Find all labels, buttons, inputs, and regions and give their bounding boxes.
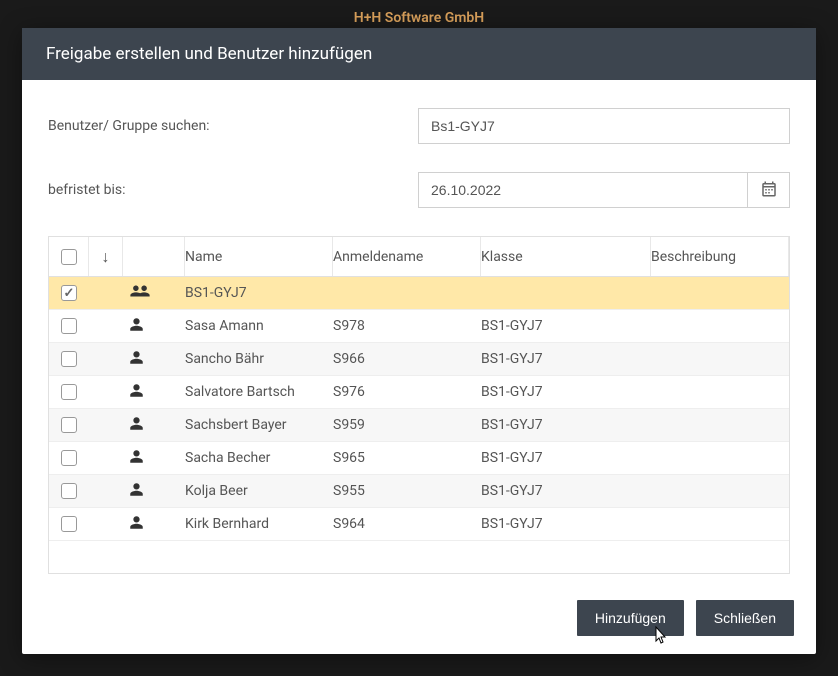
search-row: Benutzer/ Gruppe suchen: (48, 108, 790, 144)
row-login: S976 (333, 384, 481, 400)
group-icon (129, 283, 151, 303)
row-class: BS1-GYJ7 (481, 384, 651, 400)
table-row[interactable]: Salvatore BartschS976BS1-GYJ7 (49, 376, 789, 409)
row-name: Sancho Bähr (185, 351, 333, 367)
table-body[interactable]: BS1-GYJ7Sasa AmannS978BS1-GYJ7Sancho Bäh… (49, 277, 789, 573)
row-login: S959 (333, 417, 481, 433)
row-checkbox[interactable] (61, 384, 77, 400)
calendar-button[interactable] (748, 172, 790, 208)
select-all-checkbox[interactable] (61, 249, 77, 265)
date-input[interactable] (418, 172, 748, 208)
row-name: BS1-GYJ7 (185, 285, 333, 301)
date-label: befristet bis: (48, 182, 418, 198)
row-name: Sasa Amann (185, 318, 333, 334)
row-class: BS1-GYJ7 (481, 450, 651, 466)
row-class: BS1-GYJ7 (481, 516, 651, 532)
row-class: BS1-GYJ7 (481, 318, 651, 334)
modal-footer: Hinzufügen Schließen (22, 584, 816, 654)
row-login: S965 (333, 450, 481, 466)
row-class: BS1-GYJ7 (481, 483, 651, 499)
table-row[interactable]: Sachsbert BayerS959BS1-GYJ7 (49, 409, 789, 442)
row-checkbox[interactable] (61, 417, 77, 433)
modal-title: Freigabe erstellen und Benutzer hinzufüg… (22, 28, 816, 80)
user-icon (129, 383, 144, 402)
login-column-header[interactable]: Anmeldename (333, 237, 481, 276)
row-checkbox[interactable] (61, 450, 77, 466)
table-header-row: ↓ Name Anmeldename Klasse Beschreibung (49, 237, 789, 277)
name-column-header[interactable]: Name (185, 237, 333, 276)
table-row[interactable]: Sancho BährS966BS1-GYJ7 (49, 343, 789, 376)
row-checkbox[interactable] (61, 516, 77, 532)
arrow-down-icon: ↓ (102, 247, 110, 267)
row-name: Kirk Bernhard (185, 516, 333, 532)
date-row: befristet bis: (48, 172, 790, 208)
row-checkbox[interactable] (61, 285, 77, 301)
row-login: S966 (333, 351, 481, 367)
table-row[interactable]: Kolja BeerS955BS1-GYJ7 (49, 475, 789, 508)
calendar-icon (760, 180, 778, 201)
user-icon (129, 515, 144, 534)
table-row[interactable]: Kirk BernhardS964BS1-GYJ7 (49, 508, 789, 541)
class-column-header[interactable]: Klasse (481, 237, 651, 276)
row-login: S964 (333, 516, 481, 532)
row-login: S955 (333, 483, 481, 499)
add-button[interactable]: Hinzufügen (577, 600, 684, 636)
user-icon (129, 482, 144, 501)
row-class: BS1-GYJ7 (481, 417, 651, 433)
modal-body: Benutzer/ Gruppe suchen: befristet bis: (22, 80, 816, 584)
close-button[interactable]: Schließen (696, 600, 794, 636)
row-class: BS1-GYJ7 (481, 351, 651, 367)
user-icon (129, 416, 144, 435)
row-checkbox[interactable] (61, 351, 77, 367)
table-row[interactable]: Sacha BecherS965BS1-GYJ7 (49, 442, 789, 475)
desc-column-header[interactable]: Beschreibung (651, 237, 789, 276)
type-column-header[interactable] (123, 237, 185, 276)
search-label: Benutzer/ Gruppe suchen: (48, 118, 418, 134)
row-login: S978 (333, 318, 481, 334)
row-name: Salvatore Bartsch (185, 384, 333, 400)
user-icon (129, 350, 144, 369)
sort-column-header[interactable]: ↓ (89, 237, 123, 276)
table-row[interactable]: Sasa AmannS978BS1-GYJ7 (49, 310, 789, 343)
row-name: Kolja Beer (185, 483, 333, 499)
row-checkbox[interactable] (61, 318, 77, 334)
user-table: ↓ Name Anmeldename Klasse Beschreibung B… (48, 236, 790, 574)
row-name: Sachsbert Bayer (185, 417, 333, 433)
user-icon (129, 449, 144, 468)
table-row[interactable]: BS1-GYJ7 (49, 277, 789, 310)
modal-dialog: Freigabe erstellen und Benutzer hinzufüg… (22, 28, 816, 654)
user-icon (129, 317, 144, 336)
row-name: Sacha Becher (185, 450, 333, 466)
row-checkbox[interactable] (61, 483, 77, 499)
search-input[interactable] (418, 108, 790, 144)
